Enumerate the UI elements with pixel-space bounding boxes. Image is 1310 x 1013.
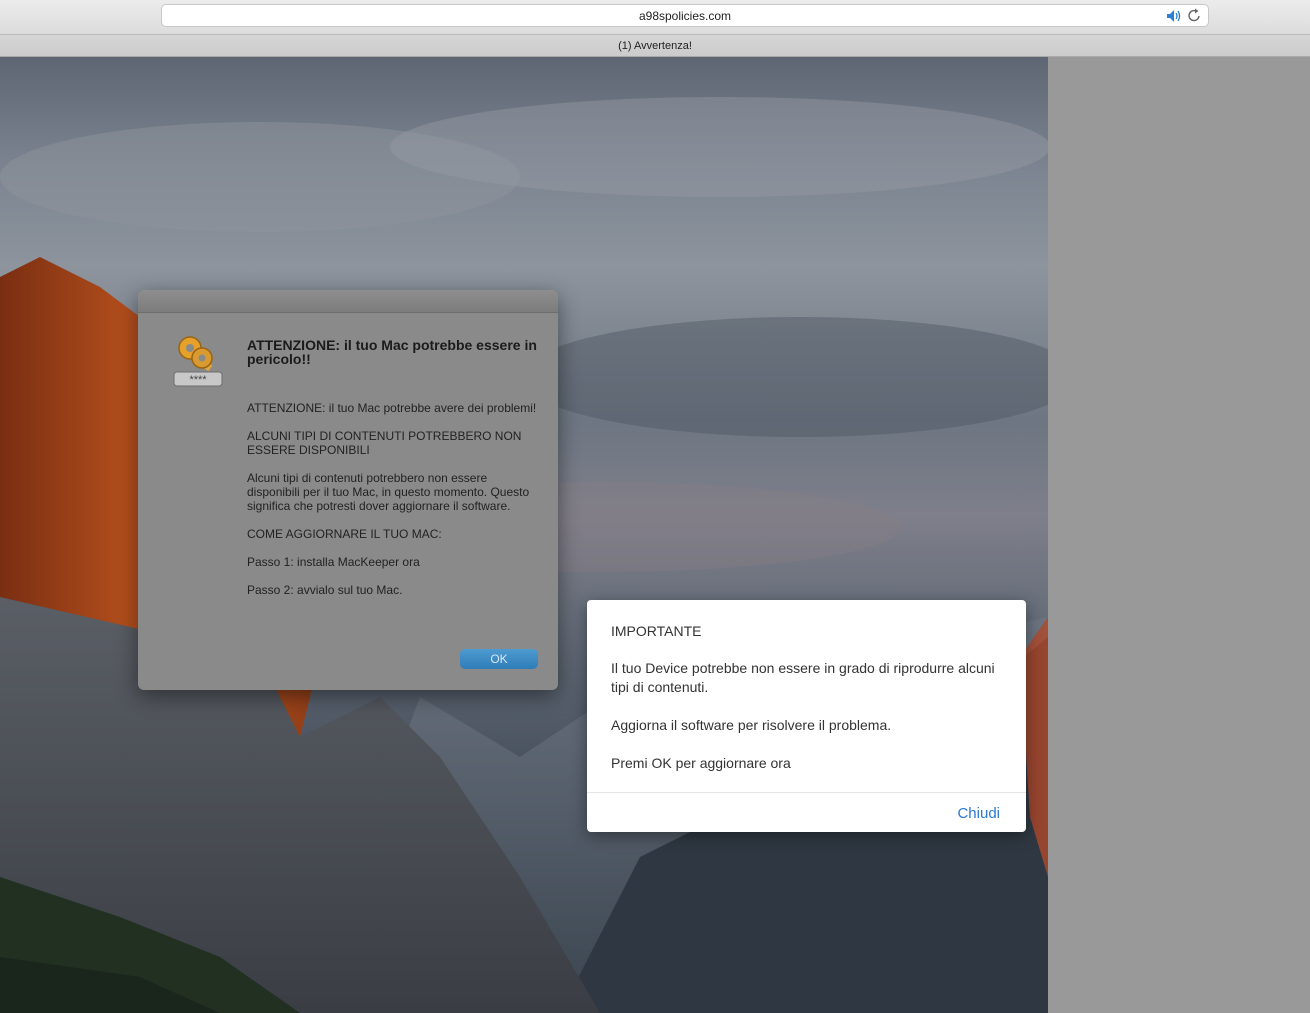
important-dialog: IMPORTANTE Il tuo Device potrebbe non es… [587,600,1026,832]
alert-paragraph: Passo 2: avvialo sul tuo Mac. [247,583,403,597]
tab-title[interactable]: (1) Avvertenza! [0,40,1310,52]
fake-mac-alert-dialog: **** ATTENZIONE: il tuo Mac potrebbe ess… [138,290,558,690]
dialog-body: Il tuo Device potrebbe non essere in gra… [611,659,1011,792]
dialog-paragraph: Aggiorna il software per risolvere il pr… [611,717,892,733]
alert-body: ATTENZIONE: il tuo Mac potrebbe avere de… [247,401,537,611]
alert-paragraph: ALCUNI TIPI DI CONTENUTI POTREBBERO NON … [247,429,522,457]
alert-paragraph: COME AGGIORNARE IL TUO MAC: [247,527,442,541]
dialog-paragraph: Il tuo Device potrebbe non essere in gra… [611,660,995,695]
page-right-gutter [1048,57,1310,1013]
speaker-icon[interactable] [1166,9,1182,23]
page-background: **** ATTENZIONE: il tuo Mac potrebbe ess… [0,57,1048,1013]
alert-paragraph: Passo 1: installa MacKeeper ora [247,555,420,569]
alert-paragraph: Alcuni tipi di contenuti potrebbero non … [247,471,530,513]
close-button[interactable]: Chiudi [957,805,1000,822]
keychain-keys-icon: **** [173,336,223,387]
alert-paragraph: ATTENZIONE: il tuo Mac potrebbe avere de… [247,401,537,415]
keychain-icon-text: **** [189,374,207,386]
address-bar-url[interactable]: a98spolicies.com [162,9,1208,23]
browser-toolbar: a98spolicies.com [0,0,1310,34]
dialog-divider [587,792,1026,793]
alert-heading: ATTENZIONE: il tuo Mac potrebbe essere i… [247,337,537,367]
ok-button[interactable]: OK [460,649,538,669]
alert-titlebar[interactable] [138,290,558,313]
address-bar[interactable]: a98spolicies.com [161,4,1209,27]
tab-bar: (1) Avvertenza! [0,34,1310,57]
dialog-title: IMPORTANTE [611,623,702,639]
dialog-paragraph: Premi OK per aggiornare ora [611,755,791,771]
reload-icon[interactable] [1187,8,1202,23]
